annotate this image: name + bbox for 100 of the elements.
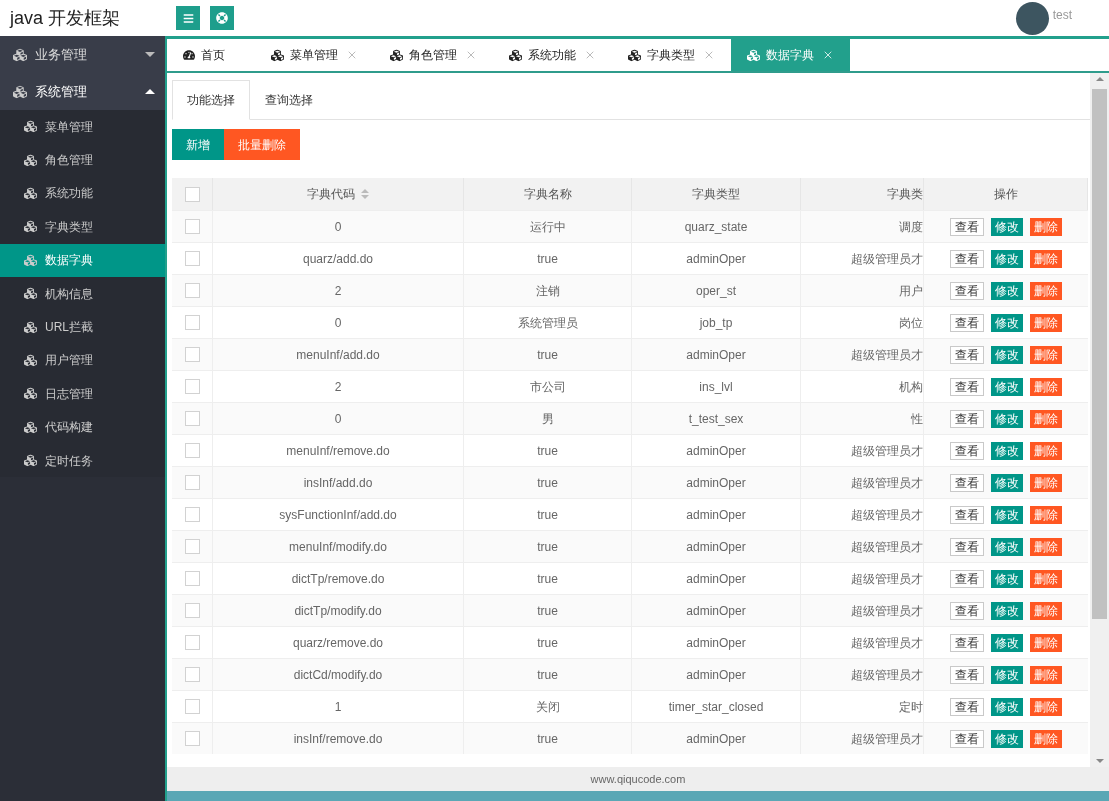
menu-item[interactable]: 用户管理 <box>0 343 165 378</box>
help-button[interactable] <box>210 6 234 30</box>
close-icon[interactable] <box>822 49 834 61</box>
menu-item[interactable]: 日志管理 <box>0 377 165 411</box>
edit-button[interactable]: 修改 <box>991 537 1023 556</box>
delete-button[interactable]: 删除 <box>1030 569 1062 588</box>
checkbox[interactable] <box>184 475 200 490</box>
tab[interactable]: 系统功能 <box>493 39 612 71</box>
edit-button[interactable]: 修改 <box>991 217 1023 236</box>
menu-item[interactable]: 机构信息 <box>0 276 165 311</box>
checkbox[interactable] <box>184 251 200 266</box>
delete-button[interactable]: 删除 <box>1030 473 1062 492</box>
delete-button[interactable]: 删除 <box>1030 633 1062 652</box>
edit-button[interactable]: 修改 <box>991 633 1023 652</box>
edit-button[interactable]: 修改 <box>991 377 1023 396</box>
view-button[interactable]: 查看 <box>950 281 984 300</box>
delete-button[interactable]: 删除 <box>1030 441 1062 460</box>
tab[interactable]: 首页 <box>167 39 255 71</box>
scrollbar[interactable] <box>1090 73 1109 767</box>
view-button[interactable]: 查看 <box>950 345 984 364</box>
edit-button[interactable]: 修改 <box>991 697 1023 716</box>
close-icon[interactable] <box>346 49 358 61</box>
menu-item[interactable]: 字典类型 <box>0 210 165 244</box>
view-button[interactable]: 查看 <box>950 313 984 332</box>
view-button[interactable]: 查看 <box>950 505 984 524</box>
menu-item[interactable]: 数据字典 <box>0 243 165 277</box>
menu-item[interactable]: 角色管理 <box>0 143 165 177</box>
view-button[interactable]: 查看 <box>950 537 984 556</box>
view-button[interactable]: 查看 <box>950 729 984 748</box>
checkbox[interactable] <box>184 347 200 362</box>
delete-button[interactable]: 删除 <box>1030 281 1062 300</box>
checkbox[interactable] <box>184 443 200 458</box>
delete-button[interactable]: 删除 <box>1030 729 1062 748</box>
menu-item[interactable]: 菜单管理 <box>0 110 165 144</box>
checkbox[interactable] <box>184 731 200 746</box>
user-name[interactable]: test <box>1052 6 1072 24</box>
edit-button[interactable]: 修改 <box>991 345 1023 364</box>
checkbox[interactable] <box>184 186 200 202</box>
tab[interactable]: 角色管理 <box>374 39 493 71</box>
menu-group[interactable]: 业务管理 <box>0 36 165 73</box>
menu-group[interactable]: 系统管理 <box>0 73 165 110</box>
view-button[interactable]: 查看 <box>950 441 984 460</box>
sub-tab[interactable]: 功能选择 <box>172 80 250 120</box>
checkbox[interactable] <box>184 603 200 618</box>
edit-button[interactable]: 修改 <box>991 313 1023 332</box>
delete-button[interactable]: 删除 <box>1030 601 1062 620</box>
sub-tab[interactable]: 查询选择 <box>250 80 328 120</box>
edit-button[interactable]: 修改 <box>991 569 1023 588</box>
edit-button[interactable]: 修改 <box>991 249 1023 268</box>
view-button[interactable]: 查看 <box>950 249 984 268</box>
checkbox[interactable] <box>184 315 200 330</box>
checkbox[interactable] <box>184 699 200 714</box>
view-button[interactable]: 查看 <box>950 697 984 716</box>
menu-item[interactable]: 代码构建 <box>0 410 165 444</box>
close-icon[interactable] <box>703 49 715 61</box>
edit-button[interactable]: 修改 <box>991 409 1023 428</box>
delete-button[interactable]: 删除 <box>1030 313 1062 332</box>
checkbox[interactable] <box>184 539 200 554</box>
tab[interactable]: 数据字典 <box>731 39 850 71</box>
checkbox[interactable] <box>184 507 200 522</box>
edit-button[interactable]: 修改 <box>991 441 1023 460</box>
checkbox[interactable] <box>184 379 200 394</box>
column-header[interactable]: 字典代码 <box>307 185 369 203</box>
add-button[interactable]: 新增 <box>172 129 224 160</box>
checkbox[interactable] <box>184 219 200 234</box>
checkbox[interactable] <box>184 635 200 650</box>
delete-button[interactable]: 删除 <box>1030 665 1062 684</box>
batch-delete-button[interactable]: 批量删除 <box>224 129 300 160</box>
tab[interactable]: 字典类型 <box>612 39 731 71</box>
delete-button[interactable]: 删除 <box>1030 217 1062 236</box>
view-button[interactable]: 查看 <box>950 409 984 428</box>
edit-button[interactable]: 修改 <box>991 729 1023 748</box>
view-button[interactable]: 查看 <box>950 217 984 236</box>
edit-button[interactable]: 修改 <box>991 665 1023 684</box>
menu-button[interactable] <box>176 6 200 30</box>
checkbox[interactable] <box>184 667 200 682</box>
checkbox[interactable] <box>184 571 200 586</box>
edit-button[interactable]: 修改 <box>991 505 1023 524</box>
checkbox[interactable] <box>184 283 200 298</box>
menu-item[interactable]: 定时任务 <box>0 443 165 478</box>
delete-button[interactable]: 删除 <box>1030 409 1062 428</box>
edit-button[interactable]: 修改 <box>991 281 1023 300</box>
avatar[interactable] <box>1015 1 1049 35</box>
view-button[interactable]: 查看 <box>950 473 984 492</box>
tab[interactable]: 菜单管理 <box>255 39 374 71</box>
view-button[interactable]: 查看 <box>950 665 984 684</box>
close-icon[interactable] <box>465 49 477 61</box>
edit-button[interactable]: 修改 <box>991 473 1023 492</box>
view-button[interactable]: 查看 <box>950 377 984 396</box>
delete-button[interactable]: 删除 <box>1030 345 1062 364</box>
menu-item[interactable]: 系统功能 <box>0 176 165 211</box>
view-button[interactable]: 查看 <box>950 569 984 588</box>
delete-button[interactable]: 删除 <box>1030 505 1062 524</box>
view-button[interactable]: 查看 <box>950 601 984 620</box>
edit-button[interactable]: 修改 <box>991 601 1023 620</box>
delete-button[interactable]: 删除 <box>1030 697 1062 716</box>
checkbox[interactable] <box>184 411 200 426</box>
delete-button[interactable]: 删除 <box>1030 249 1062 268</box>
delete-button[interactable]: 删除 <box>1030 377 1062 396</box>
delete-button[interactable]: 删除 <box>1030 537 1062 556</box>
